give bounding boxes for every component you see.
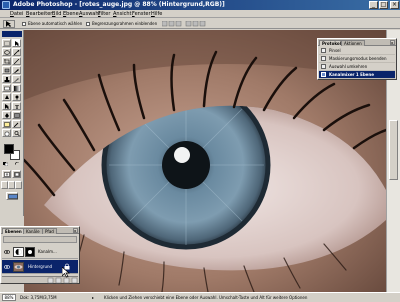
pen-tool-icon[interactable] bbox=[2, 111, 11, 119]
menu-hilfe[interactable]: Hilfe bbox=[151, 11, 162, 17]
status-hint: Klicken und Ziehen verschiebt eine Ebene… bbox=[104, 295, 308, 300]
eraser-tool-icon[interactable] bbox=[2, 84, 11, 92]
tab-ebenen[interactable]: Ebenen bbox=[2, 228, 25, 234]
move-tool-preset-button[interactable] bbox=[3, 20, 15, 28]
path-selection-tool-icon[interactable] bbox=[2, 102, 11, 110]
layers-palette-tabs: Ebenen Kanäle Pfad ▸ bbox=[1, 227, 79, 234]
background-layer-thumbnail bbox=[13, 262, 24, 272]
toolbox: T bbox=[0, 30, 24, 216]
tab-pfad[interactable]: Pfad bbox=[42, 228, 57, 234]
palette-menu-icon[interactable]: ▸ bbox=[73, 228, 78, 233]
auto-select-checkbox[interactable] bbox=[22, 22, 26, 26]
minimize-button[interactable]: _ bbox=[369, 1, 378, 9]
dodge-tool-icon[interactable] bbox=[12, 93, 21, 101]
history-state-icon bbox=[321, 56, 326, 61]
history-item[interactable]: Auswahl umkehren bbox=[319, 63, 395, 71]
clone-stamp-tool-icon[interactable] bbox=[2, 75, 11, 83]
type-tool-icon[interactable]: T bbox=[12, 102, 21, 110]
eyedropper-tool-icon[interactable] bbox=[12, 120, 21, 128]
marquee-tool-icon[interactable] bbox=[2, 39, 11, 47]
eye-icon[interactable] bbox=[4, 249, 10, 255]
title-bar: Adobe Photoshop - [rotes_auge.jpg @ 88% … bbox=[0, 0, 400, 10]
history-brush-tool-icon[interactable] bbox=[12, 75, 21, 83]
magic-wand-tool-icon[interactable] bbox=[12, 48, 21, 56]
brush-tool-icon[interactable] bbox=[12, 66, 21, 74]
auto-select-label: Ebene automatisch wählen bbox=[28, 21, 83, 26]
blend-mode-row[interactable] bbox=[3, 236, 77, 243]
menu-fenster[interactable]: Fenster bbox=[132, 11, 151, 17]
hand-tool-icon[interactable] bbox=[2, 129, 11, 137]
close-button[interactable]: × bbox=[390, 1, 399, 9]
layer-action-icons[interactable] bbox=[2, 277, 78, 284]
crop-tool-icon[interactable] bbox=[2, 57, 11, 65]
tab-kanaele[interactable]: Kanäle bbox=[23, 228, 43, 234]
menu-filter[interactable]: Filter bbox=[98, 11, 110, 17]
foreground-color-swatch[interactable] bbox=[4, 144, 14, 154]
menu-auswahl[interactable]: Auswahl bbox=[79, 11, 100, 17]
move-arrow-icon bbox=[6, 21, 11, 27]
gradient-tool-icon[interactable] bbox=[12, 84, 21, 92]
bounding-box-checkbox[interactable] bbox=[86, 22, 90, 26]
photoshop-app-icon[interactable] bbox=[2, 1, 10, 9]
history-state-icon bbox=[321, 48, 326, 53]
bounding-box-label: Begrenzungsrahmen einblenden bbox=[92, 21, 158, 26]
document-size: Dok: 3,75M/3,75M bbox=[20, 295, 57, 300]
menu-bild[interactable]: Bild bbox=[52, 11, 61, 17]
layer-mask-thumbnail[interactable] bbox=[25, 247, 35, 257]
shape-tool-icon[interactable] bbox=[12, 111, 21, 119]
swap-colors-icon[interactable] bbox=[14, 161, 20, 166]
eye-icon[interactable] bbox=[4, 264, 10, 270]
slice-tool-icon[interactable] bbox=[12, 57, 21, 65]
history-palette: Protokoll Aktionen ▸ Pinsel Maskierungsm… bbox=[317, 38, 397, 80]
lasso-tool-icon[interactable] bbox=[2, 48, 11, 56]
toolbox-header[interactable] bbox=[2, 31, 22, 37]
jump-to-imageready-icon[interactable] bbox=[6, 192, 18, 200]
history-item-selected[interactable]: Kanalmixer 1 Ebene bbox=[319, 71, 395, 79]
menu-bearbeiten[interactable]: Bearbeiten bbox=[26, 11, 53, 17]
history-item[interactable]: Maskierungsmodus beenden bbox=[319, 55, 395, 63]
layer-row[interactable]: Kanalm... bbox=[2, 245, 78, 259]
palette-menu-icon[interactable]: ▸ bbox=[390, 40, 395, 45]
history-item[interactable]: Pinsel bbox=[319, 47, 395, 55]
menu-bar: Datei Bearbeiten Bild Ebene Auswahl Filt… bbox=[0, 10, 400, 18]
vertical-scrollbar-thumb[interactable] bbox=[389, 120, 398, 180]
standard-screen-mode-icon[interactable] bbox=[1, 181, 8, 189]
blur-tool-icon[interactable] bbox=[2, 93, 11, 101]
default-colors-icon[interactable] bbox=[3, 162, 9, 167]
status-bar: 88% Dok: 3,75M/3,75M ▸ Klicken und Ziehe… bbox=[0, 292, 400, 302]
history-state-icon bbox=[321, 64, 326, 69]
healing-brush-tool-icon[interactable] bbox=[2, 66, 11, 74]
svg-text:T: T bbox=[15, 105, 19, 109]
options-bar: Ebene automatisch wählen Begrenzungsrahm… bbox=[0, 19, 400, 29]
menu-datei[interactable]: Datei bbox=[10, 11, 23, 17]
zoom-field[interactable]: 88% bbox=[2, 294, 16, 301]
notes-tool-icon[interactable] bbox=[2, 120, 11, 128]
history-palette-tabs: Protokoll Aktionen ▸ bbox=[318, 39, 396, 46]
align-buttons-group bbox=[161, 20, 222, 27]
status-menu-arrow-icon[interactable]: ▸ bbox=[92, 295, 97, 301]
quick-mask-mode-icon[interactable] bbox=[12, 170, 21, 178]
standard-mode-icon[interactable] bbox=[2, 170, 11, 178]
maximize-button[interactable]: □ bbox=[379, 1, 388, 9]
align-icons[interactable] bbox=[161, 20, 222, 27]
mouse-cursor-icon bbox=[62, 267, 70, 278]
tab-aktionen[interactable]: Aktionen bbox=[341, 40, 365, 46]
menu-ansicht[interactable]: Ansicht bbox=[113, 11, 131, 17]
history-state-icon bbox=[321, 72, 326, 77]
zoom-tool-icon[interactable] bbox=[12, 129, 21, 137]
move-tool-icon[interactable] bbox=[12, 39, 21, 47]
full-screen-menu-mode-icon[interactable] bbox=[8, 181, 15, 189]
window-title: Adobe Photoshop - [rotes_auge.jpg @ 88% … bbox=[13, 1, 225, 8]
menu-ebene[interactable]: Ebene bbox=[63, 11, 79, 17]
full-screen-mode-icon[interactable] bbox=[15, 181, 22, 189]
adjustment-layer-thumbnail bbox=[13, 247, 24, 257]
